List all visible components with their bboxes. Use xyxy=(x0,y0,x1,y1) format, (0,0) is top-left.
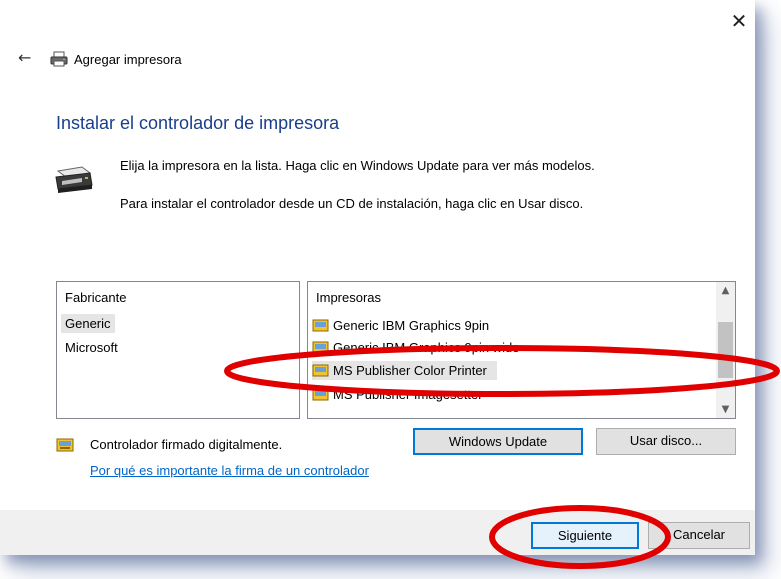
window-title: Agregar impresora xyxy=(74,52,182,67)
printer-driver-icon xyxy=(312,388,329,400)
manufacturer-list-header: Fabricante xyxy=(65,290,127,305)
printer-driver-icon xyxy=(312,341,329,353)
printer-item-label: MS Publisher Color Printer xyxy=(333,363,487,378)
printer-item-label: Generic IBM Graphics 9pin wide xyxy=(333,340,520,355)
printer-item[interactable]: Generic IBM Graphics 9pin wide xyxy=(312,338,519,357)
cancel-button[interactable]: Cancelar xyxy=(648,522,750,549)
next-button[interactable]: Siguiente xyxy=(531,522,639,549)
signed-driver-icon xyxy=(56,438,74,452)
printer-item-label: Generic IBM Graphics 9pin xyxy=(333,318,490,333)
close-button[interactable]: ✕ xyxy=(728,10,750,32)
signed-driver-text: Controlador firmado digitalmente. xyxy=(90,437,283,452)
printer-list-scrollbar[interactable]: ▲ ▼ xyxy=(716,282,735,418)
printer-icon xyxy=(50,51,68,67)
instruction-text-1: Elija la impresora en la lista. Haga cli… xyxy=(120,158,595,173)
scroll-up-icon[interactable]: ▲ xyxy=(716,282,735,299)
manufacturer-item-microsoft[interactable]: Microsoft xyxy=(61,338,122,357)
have-disk-button[interactable]: Usar disco... xyxy=(596,428,736,455)
printer-item[interactable]: MS Publisher Imagesetter xyxy=(312,385,483,404)
windows-update-button[interactable]: Windows Update xyxy=(413,428,583,455)
page-title: Instalar el controlador de impresora xyxy=(56,113,340,133)
instruction-text-2: Para instalar el controlador desde un CD… xyxy=(120,196,584,211)
scrollbar-thumb[interactable] xyxy=(718,322,733,378)
printer-list-header: Impresoras xyxy=(316,290,382,305)
manufacturer-list[interactable]: Fabricante Generic Microsoft xyxy=(56,281,300,419)
driver-signature-link[interactable]: Por qué es importante la firma de un con… xyxy=(90,463,369,478)
printer-item-label: MS Publisher Imagesetter xyxy=(333,387,483,402)
manufacturer-item-generic[interactable]: Generic xyxy=(61,314,115,333)
printer-item-selected[interactable]: MS Publisher Color Printer xyxy=(312,361,497,380)
dialog-footer xyxy=(0,510,755,555)
printer-driver-icon xyxy=(312,319,329,331)
printer-driver-icon xyxy=(312,364,329,376)
add-printer-dialog: ✕ ← Agregar impresora Instalar el contro… xyxy=(0,0,755,555)
printer-list[interactable]: Impresoras Generic IBM Graphics 9pin Gen… xyxy=(307,281,736,419)
scroll-down-icon[interactable]: ▼ xyxy=(716,401,735,418)
printer-large-icon xyxy=(55,166,93,193)
printer-item[interactable]: Generic IBM Graphics 9pin xyxy=(312,316,489,335)
back-button[interactable]: ← xyxy=(18,48,38,68)
